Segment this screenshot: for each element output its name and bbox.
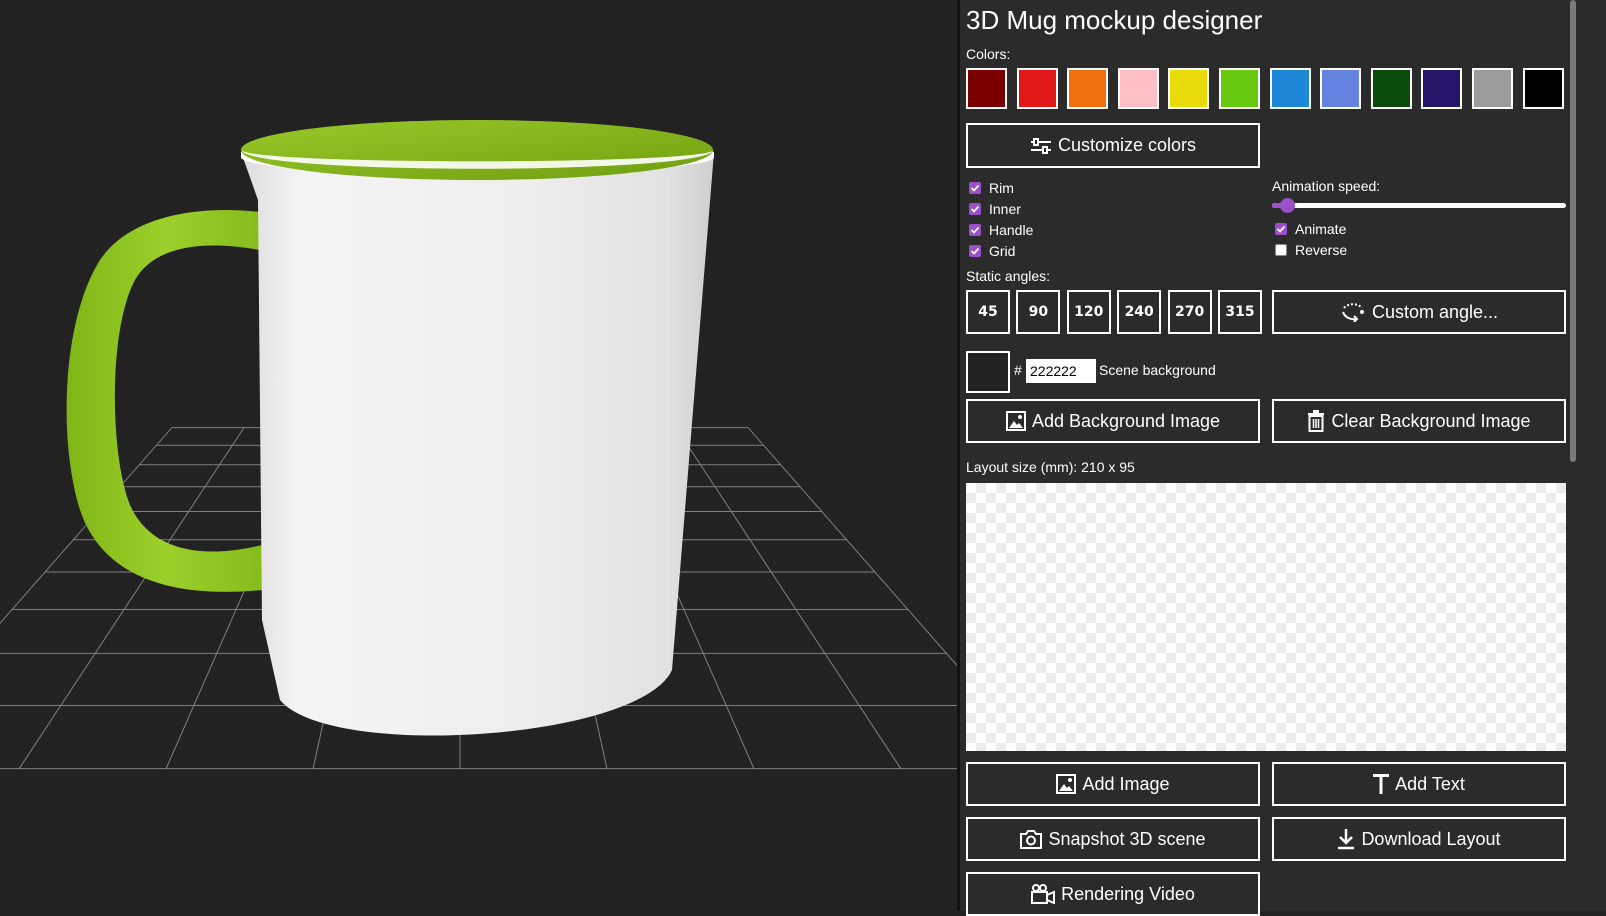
check-icon bbox=[970, 247, 980, 255]
color-swatch-yellow[interactable] bbox=[1167, 67, 1211, 110]
check-icon bbox=[970, 184, 980, 192]
color-swatch-red[interactable] bbox=[1015, 67, 1059, 110]
layout-canvas[interactable] bbox=[966, 483, 1566, 751]
panel-scrollbar[interactable] bbox=[1568, 0, 1606, 911]
rotate-icon bbox=[1342, 303, 1364, 322]
layout-size-label: Layout size (mm): 210 x 95 bbox=[966, 459, 1135, 475]
add-text-label: Add Text bbox=[1395, 773, 1465, 794]
panel-scrollbar-thumb[interactable] bbox=[1570, 0, 1576, 462]
customize-colors-label: Customize colors bbox=[1057, 135, 1197, 155]
animation-speed-thumb[interactable] bbox=[1279, 198, 1295, 213]
animation-speed-label: Animation speed: bbox=[1272, 178, 1381, 194]
add-image-button[interactable]: Add Image bbox=[966, 762, 1260, 806]
color-swatch-indigo[interactable] bbox=[1420, 67, 1464, 110]
part-toggle-label: Grid bbox=[989, 243, 1016, 259]
animation-option-checkbox[interactable] bbox=[1275, 244, 1287, 256]
image-icon bbox=[1005, 411, 1026, 431]
grid-line bbox=[747, 427, 957, 667]
scene-render bbox=[0, 120, 957, 770]
angle-button-120[interactable]: 120 bbox=[1066, 290, 1111, 334]
page-title: 3D Mug mockup designer bbox=[966, 5, 1263, 35]
grid-line bbox=[675, 427, 902, 769]
scene-background-hex-input[interactable] bbox=[1026, 359, 1096, 383]
mug-handle bbox=[66, 209, 263, 592]
animation-option-checkbox[interactable] bbox=[1275, 223, 1287, 235]
trash-icon bbox=[1308, 410, 1325, 432]
image-icon bbox=[1056, 774, 1077, 794]
grid-line bbox=[18, 427, 245, 769]
scene-background-label: Scene background bbox=[1099, 362, 1216, 378]
sliders-icon bbox=[1030, 137, 1051, 154]
add-text-button[interactable]: Add Text bbox=[1272, 762, 1566, 806]
add-background-image-button[interactable]: Add Background Image bbox=[966, 399, 1260, 443]
animation-option-reverse[interactable]: Reverse bbox=[1275, 242, 1347, 258]
clear-background-image-button[interactable]: Clear Background Image bbox=[1272, 399, 1566, 443]
scene-background-preview[interactable] bbox=[966, 351, 1010, 393]
check-icon bbox=[970, 205, 980, 213]
part-toggle-label: Inner bbox=[989, 201, 1021, 217]
part-toggle-grid[interactable]: Grid bbox=[969, 243, 1015, 259]
part-toggle-handle[interactable]: Handle bbox=[969, 222, 1033, 238]
animation-option-animate[interactable]: Animate bbox=[1275, 221, 1346, 237]
download-icon bbox=[1338, 829, 1355, 850]
part-toggle-inner[interactable]: Inner bbox=[969, 201, 1021, 217]
part-toggle-checkbox[interactable] bbox=[969, 224, 981, 236]
color-swatch-lime[interactable] bbox=[1218, 67, 1261, 110]
color-swatch-dark-green[interactable] bbox=[1369, 67, 1413, 110]
add-image-label: Add Image bbox=[1082, 773, 1170, 794]
mug-inner bbox=[241, 120, 713, 180]
custom-angle-label: Custom angle... bbox=[1371, 301, 1499, 322]
colors-label: Colors: bbox=[966, 46, 1011, 62]
camera-icon bbox=[1020, 830, 1043, 849]
angle-button-270[interactable]: 270 bbox=[1167, 290, 1212, 334]
color-swatch-black[interactable] bbox=[1521, 67, 1565, 110]
custom-angle-button[interactable]: Custom angle... bbox=[1272, 290, 1566, 334]
rendering-video-label: Rendering Video bbox=[1061, 883, 1195, 904]
color-swatch-orange[interactable] bbox=[1066, 67, 1110, 110]
color-swatch-maroon[interactable] bbox=[965, 67, 1008, 110]
add-background-image-label: Add Background Image bbox=[1031, 410, 1221, 431]
part-toggle-label: Rim bbox=[989, 180, 1014, 196]
snapshot-label: Snapshot 3D scene bbox=[1048, 828, 1206, 849]
animation-speed-slider[interactable] bbox=[1272, 203, 1566, 208]
text-icon bbox=[1373, 774, 1390, 794]
part-toggle-rim[interactable]: Rim bbox=[969, 180, 1014, 196]
part-toggle-checkbox[interactable] bbox=[969, 245, 981, 257]
clear-background-image-label: Clear Background Image bbox=[1331, 410, 1531, 431]
mug-body bbox=[241, 152, 714, 736]
angle-button-45[interactable]: 45 bbox=[966, 290, 1010, 334]
color-swatch-gray[interactable] bbox=[1471, 67, 1514, 110]
animation-option-label: Animate bbox=[1295, 221, 1347, 237]
angle-button-90[interactable]: 90 bbox=[1016, 290, 1061, 334]
animation-option-label: Reverse bbox=[1295, 242, 1348, 258]
rendering-video-button[interactable]: Rendering Video bbox=[966, 872, 1260, 916]
download-layout-label: Download Layout bbox=[1361, 828, 1501, 849]
color-swatch-pink[interactable] bbox=[1116, 67, 1160, 110]
part-toggle-label: Handle bbox=[989, 222, 1034, 238]
video-camera-icon bbox=[1031, 884, 1056, 904]
hex-hash: # bbox=[1014, 362, 1022, 378]
check-icon bbox=[1276, 225, 1286, 233]
part-toggle-checkbox[interactable] bbox=[969, 182, 981, 194]
part-toggle-checkbox[interactable] bbox=[969, 203, 981, 215]
angle-button-240[interactable]: 240 bbox=[1117, 290, 1162, 334]
color-swatch-blue[interactable] bbox=[1268, 67, 1312, 110]
3d-scene-viewport[interactable] bbox=[0, 0, 957, 911]
angle-button-315[interactable]: 315 bbox=[1218, 290, 1262, 334]
color-swatch-periwinkle[interactable] bbox=[1319, 67, 1363, 110]
static-angles-label: Static angles: bbox=[966, 268, 1051, 284]
snapshot-button[interactable]: Snapshot 3D scene bbox=[966, 817, 1260, 861]
customize-colors-button[interactable]: Customize colors bbox=[966, 123, 1260, 168]
download-layout-button[interactable]: Download Layout bbox=[1272, 817, 1566, 861]
check-icon bbox=[970, 226, 980, 234]
